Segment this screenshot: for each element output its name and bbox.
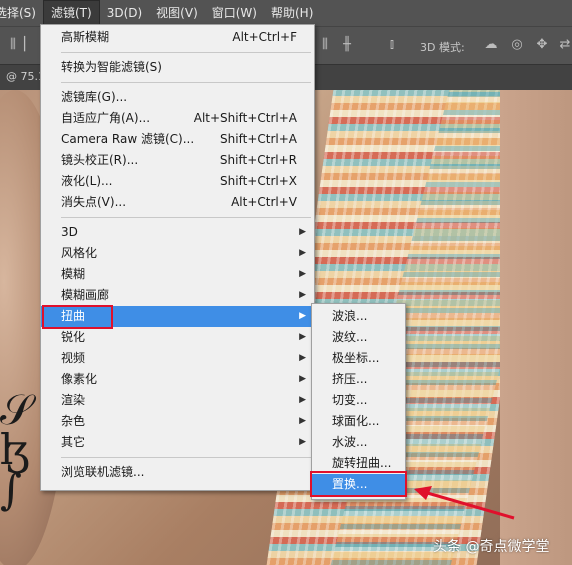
submenu-arrow-icon: ▶ — [299, 374, 306, 384]
submenu-arrow-icon: ▶ — [299, 290, 306, 300]
roll-icon[interactable]: ◎ — [510, 38, 524, 52]
3d-mode-label: 3D 模式: — [420, 41, 465, 54]
filter-menu: 高斯模糊 Alt+Ctrl+F 转换为智能滤镜(S) 滤镜库(G)... 自适应… — [40, 24, 315, 491]
submenu-item-spherize[interactable]: 球面化... — [312, 411, 405, 432]
menu-help[interactable]: 帮助(H) — [264, 0, 320, 26]
annotation-arrow-icon — [414, 486, 515, 520]
menu-item-stylize[interactable]: 风格化 ▶ — [41, 243, 314, 264]
menu-item-vanishing-point[interactable]: 消失点(V)... Alt+Ctrl+V — [41, 192, 314, 213]
menu-item-video[interactable]: 视频 ▶ — [41, 348, 314, 369]
menu-separator — [61, 457, 311, 458]
submenu-arrow-icon: ▶ — [299, 332, 306, 342]
menu-item-convert-smart-filter[interactable]: 转换为智能滤镜(S) — [41, 57, 314, 78]
watermark: 头条 @奇点微学堂 — [433, 539, 550, 555]
submenu-arrow-icon: ▶ — [299, 227, 306, 237]
menu-item-pixelate[interactable]: 像素化 ▶ — [41, 369, 314, 390]
submenu-item-zigzag[interactable]: 水波... — [312, 432, 405, 453]
align-icon[interactable]: ⫼ — [6, 38, 20, 52]
menu-select[interactable]: 选择(S) — [0, 0, 43, 26]
menu-3d[interactable]: 3D(D) — [100, 0, 149, 26]
menu-item-browse-online-filters[interactable]: 浏览联机滤镜... — [41, 462, 314, 483]
submenu-arrow-icon: ▶ — [299, 416, 306, 426]
submenu-item-ripple[interactable]: 波纹... — [312, 327, 405, 348]
menu-item-other[interactable]: 其它 ▶ — [41, 432, 314, 453]
annotation-box-distort — [42, 305, 113, 329]
menu-item-3d[interactable]: 3D ▶ — [41, 222, 314, 243]
menu-item-filter-gallery[interactable]: 滤镜库(G)... — [41, 87, 314, 108]
menu-separator — [61, 82, 311, 83]
submenu-arrow-icon: ▶ — [299, 269, 306, 279]
submenu-arrow-icon: ▶ — [299, 311, 306, 321]
align-left-icon[interactable]: ▏ — [22, 38, 36, 52]
submenu-arrow-icon: ▶ — [299, 395, 306, 405]
menu-item-sharpen[interactable]: 锐化 ▶ — [41, 327, 314, 348]
slide-icon[interactable]: ⇄ — [558, 38, 572, 52]
menu-item-blur[interactable]: 模糊 ▶ — [41, 264, 314, 285]
distribute-right-icon[interactable]: ⫾ — [385, 38, 399, 52]
submenu-arrow-icon: ▶ — [299, 353, 306, 363]
submenu-item-pinch[interactable]: 挤压... — [312, 369, 405, 390]
submenu-item-polar-coordinates[interactable]: 极坐标... — [312, 348, 405, 369]
menu-window[interactable]: 窗口(W) — [205, 0, 264, 26]
distribute-center-icon[interactable]: ╫ — [340, 38, 354, 52]
menu-view[interactable]: 视图(V) — [149, 0, 205, 26]
menu-separator — [61, 217, 311, 218]
menu-item-camera-raw[interactable]: Camera Raw 滤镜(C)... Shift+Ctrl+A — [41, 129, 314, 150]
menu-item-lens-correction[interactable]: 镜头校正(R)... Shift+Ctrl+R — [41, 150, 314, 171]
menu-item-adaptive-wide-angle[interactable]: 自适应广角(A)... Alt+Shift+Ctrl+A — [41, 108, 314, 129]
submenu-item-wave[interactable]: 波浪... — [312, 306, 405, 327]
menu-item-render[interactable]: 渲染 ▶ — [41, 390, 314, 411]
menu-filter[interactable]: 滤镜(T) — [42, 0, 100, 26]
pan-icon[interactable]: ✥ — [535, 38, 549, 52]
menu-item-blur-gallery[interactable]: 模糊画廊 ▶ — [41, 285, 314, 306]
menu-bar: 选择(S) 滤镜(T) 3D(D) 视图(V) 窗口(W) 帮助(H) — [0, 0, 572, 26]
distribute-icon[interactable]: ⫼ — [318, 38, 332, 52]
submenu-arrow-icon: ▶ — [299, 437, 306, 447]
submenu-item-shear[interactable]: 切变... — [312, 390, 405, 411]
submenu-arrow-icon: ▶ — [299, 248, 306, 258]
menu-separator — [61, 52, 311, 53]
menu-item-liquify[interactable]: 液化(L)... Shift+Ctrl+X — [41, 171, 314, 192]
menu-item-noise[interactable]: 杂色 ▶ — [41, 411, 314, 432]
menu-item-gaussian-blur[interactable]: 高斯模糊 Alt+Ctrl+F — [41, 27, 314, 48]
annotation-box-displace — [310, 471, 407, 497]
orbit-icon[interactable]: ☁ — [484, 38, 498, 52]
